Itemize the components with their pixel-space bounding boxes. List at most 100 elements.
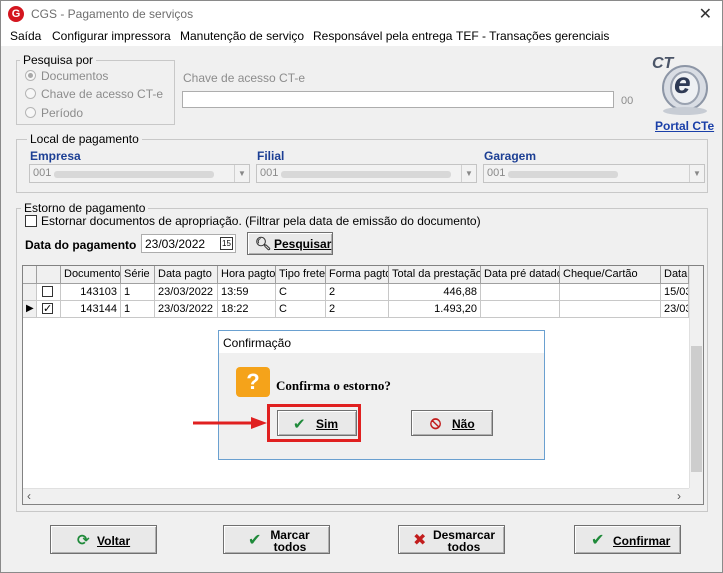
row-checkbox-checked[interactable]: ✓: [42, 303, 53, 315]
table-cell[interactable]: C: [276, 284, 326, 301]
column-header-hora-pagto[interactable]: Hora pagto: [218, 266, 276, 284]
column-header-data-pre-datado[interactable]: Data pré datado: [481, 266, 560, 284]
column-header-data-pagto[interactable]: Data pagto: [155, 266, 218, 284]
reversal-legend: Estorno de pagamento: [21, 201, 149, 215]
column-header-data[interactable]: Data: [661, 266, 689, 284]
search-icon: 🔍︎: [255, 236, 272, 251]
forbidden-icon: ⦸: [430, 413, 442, 432]
chevron-down-icon: ▼: [234, 165, 249, 182]
horizontal-scrollbar[interactable]: ‹ ›: [23, 488, 689, 504]
vertical-scrollbar-thumb[interactable]: [691, 346, 702, 472]
access-key-suffix: 00: [621, 95, 634, 107]
column-header-forma-pagto[interactable]: Forma pagto: [326, 266, 389, 284]
highlight-annotation-box: [267, 404, 361, 442]
current-row-indicator-icon: ▶: [23, 301, 37, 318]
access-key-label: Chave de acesso CT-e: [183, 71, 306, 85]
table-cell[interactable]: 2: [326, 284, 389, 301]
row-indicator: [23, 284, 37, 301]
table-cell[interactable]: [481, 301, 560, 318]
unmark-all-button[interactable]: ✖ Desmarcar todos: [398, 525, 505, 554]
cte-logo-text: CT: [652, 55, 674, 72]
back-button-label: Voltar: [97, 534, 131, 548]
menu-item-manutencao-servico[interactable]: Manutenção de serviço: [180, 29, 304, 43]
radio-chave-acesso[interactable]: [25, 88, 36, 99]
back-button[interactable]: ⟳ Voltar: [50, 525, 157, 554]
radio-documentos[interactable]: [25, 70, 36, 81]
column-header-documento[interactable]: Documento: [61, 266, 121, 284]
reversal-appropriation-checkbox[interactable]: [25, 215, 37, 227]
column-header-serie[interactable]: Série: [121, 266, 155, 284]
menu-item-configurar-impressora[interactable]: Configurar impressora: [52, 29, 171, 43]
scroll-right-icon[interactable]: ›: [677, 489, 681, 503]
confirm-button[interactable]: ✔ Confirmar: [574, 525, 681, 554]
table-cell[interactable]: 2: [326, 301, 389, 318]
payment-location-legend: Local de pagamento: [27, 132, 142, 146]
menu-bar: Saída Configurar impressora Manutenção d…: [1, 28, 722, 46]
table-row-checkbox-cell: [37, 284, 61, 301]
menu-item-responsavel-entrega[interactable]: Responsável pela entrega: [313, 29, 452, 43]
title-bar: G CGS - Pagamento de serviços ✕: [1, 1, 722, 28]
unmark-all-label-line2: todos: [447, 540, 481, 554]
table-cell[interactable]: 143103: [61, 284, 121, 301]
menu-item-saida[interactable]: Saída: [10, 29, 41, 43]
cte-logo-e: e: [674, 67, 691, 100]
table-cell[interactable]: [560, 284, 661, 301]
mark-all-button[interactable]: ✔ Marcar todos: [223, 525, 330, 554]
close-icon[interactable]: ✕: [699, 4, 712, 24]
table-cell[interactable]: 1: [121, 301, 155, 318]
radio-documentos-label: Documentos: [41, 69, 109, 83]
empresa-label: Empresa: [30, 149, 81, 163]
mark-all-label-line2: todos: [273, 540, 307, 554]
table-cell[interactable]: 1: [121, 284, 155, 301]
table-cell[interactable]: 15/03: [661, 284, 689, 301]
row-checkbox[interactable]: [42, 286, 53, 297]
refresh-icon: ⟳: [77, 532, 90, 549]
table-cell[interactable]: 13:59: [218, 284, 276, 301]
portal-cte-link[interactable]: Portal CTe: [655, 119, 714, 133]
no-button-label: Não: [452, 417, 475, 431]
window-title: CGS - Pagamento de serviços: [31, 7, 194, 21]
empresa-select[interactable]: 001 ▼: [29, 164, 250, 183]
search-button-label: Pesquisar: [274, 237, 332, 251]
access-key-input[interactable]: [182, 91, 614, 108]
scrollbar-corner: [689, 488, 703, 504]
scroll-left-icon[interactable]: ‹: [27, 489, 31, 503]
app-logo-icon: G: [8, 6, 24, 22]
calendar-icon[interactable]: 15: [220, 237, 233, 250]
table-cell[interactable]: 23/03: [661, 301, 689, 318]
table-cell[interactable]: 23/03/2022: [155, 284, 218, 301]
x-icon: ✖: [413, 532, 427, 549]
menu-item-tef[interactable]: TEF - Transações gerenciais: [456, 29, 609, 43]
table-cell[interactable]: 143144: [61, 301, 121, 318]
main-window: G CGS - Pagamento de serviços ✕ Saída Co…: [0, 0, 723, 573]
table-cell[interactable]: 446,88: [389, 284, 481, 301]
no-button[interactable]: ⦸ Não: [411, 410, 493, 436]
dialog-title-bar: Confirmação: [219, 331, 544, 353]
dialog-title: Confirmação: [223, 336, 292, 350]
radio-periodo-label: Período: [41, 106, 84, 120]
reversal-appropriation-label: Estornar documentos de apropriação. (Fil…: [41, 214, 481, 228]
column-header-tipo-frete[interactable]: Tipo frete: [276, 266, 326, 284]
table-cell[interactable]: 18:22: [218, 301, 276, 318]
table-cell[interactable]: [481, 284, 560, 301]
vertical-scrollbar[interactable]: [689, 266, 703, 488]
table-cell[interactable]: 1.493,20: [389, 301, 481, 318]
cte-logo-icon: CT e: [652, 53, 716, 117]
garagem-value: 001: [487, 167, 506, 179]
annotation-arrow-icon: [193, 417, 267, 429]
column-header-total-prestacao[interactable]: Total da prestação: [389, 266, 481, 284]
filial-select[interactable]: 001 ▼: [256, 164, 477, 183]
filial-value: 001: [260, 167, 279, 179]
table-cell[interactable]: 23/03/2022: [155, 301, 218, 318]
radio-periodo[interactable]: [25, 107, 36, 118]
column-header-cheque-cartao[interactable]: Cheque/Cartão: [560, 266, 661, 284]
search-button[interactable]: 🔍︎ Pesquisar: [247, 232, 333, 255]
grid-check-header: [37, 266, 61, 284]
payment-date-input[interactable]: 23/03/2022 15: [141, 234, 236, 253]
table-cell[interactable]: [560, 301, 661, 318]
table-cell[interactable]: C: [276, 301, 326, 318]
chevron-down-icon: ▼: [689, 165, 704, 182]
garagem-select[interactable]: 001 ▼: [483, 164, 705, 183]
grid-indicator-header: [23, 266, 37, 284]
empresa-value: 001: [33, 167, 52, 179]
